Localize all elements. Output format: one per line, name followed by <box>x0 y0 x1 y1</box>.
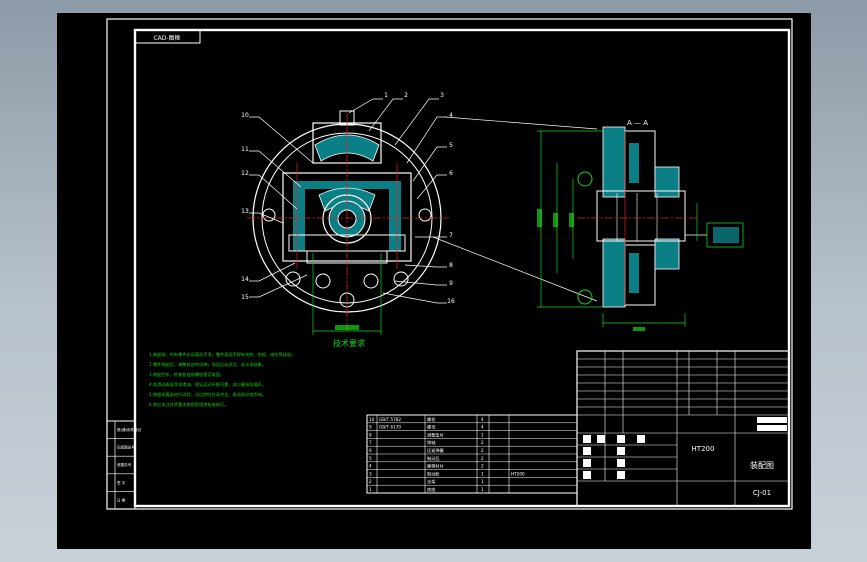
parts-no: 3 <box>369 471 372 476</box>
parts-qty: 2 <box>481 464 484 469</box>
svg-text:10: 10 <box>241 112 249 119</box>
svg-text:1: 1 <box>384 92 388 99</box>
section-label: A — A <box>627 119 648 127</box>
svg-text:8: 8 <box>449 262 453 269</box>
note-line: 5.按图纸要求进行试验，试运转时应无冲击、振动和异常声响。 <box>149 391 266 398</box>
parts-qty: 1 <box>481 479 484 484</box>
parts-name: 制动瓦 <box>427 455 440 462</box>
parts-no: 10 <box>369 417 375 422</box>
sheet-inner-border <box>133 28 791 508</box>
parts-code: GB/T 5782 <box>379 417 401 422</box>
assembly-drawing: CAD-图框 1011 1213 1415 1 2 3 456 789 16 A… <box>106 18 793 510</box>
parts-no: 5 <box>369 456 372 461</box>
section-leader-upper <box>444 116 598 130</box>
parts-code: GB/T 6170 <box>379 425 401 430</box>
technical-requirements: 技术要求 1.装配前，所有零件必须清洗干净，零件表面不得有毛刺、划痕、碰伤等缺陷… <box>149 338 365 408</box>
parts-name: 销轴 <box>427 439 435 446</box>
parts-no: 7 <box>369 440 372 445</box>
parts-no: 8 <box>369 432 372 437</box>
svg-text:11: 11 <box>241 146 249 153</box>
parts-name: 调整垫片 <box>427 431 444 438</box>
parts-no: 9 <box>369 425 372 430</box>
title-block: HT200 装配图 CJ-01 <box>576 350 790 507</box>
note-line: 2.零件装配后，调整各部件间隙，保证运动灵活、无卡滞现象。 <box>149 361 266 368</box>
parts-name: 制动轮 <box>427 470 440 477</box>
parts-qty: 2 <box>481 440 484 445</box>
svg-text:12: 12 <box>241 170 249 177</box>
parts-no: 1 <box>369 487 372 492</box>
note-line: 4.各滑动表面涂润滑油，保证运动平稳可靠，减少磨损及噪声。 <box>149 381 266 388</box>
parts-no: 6 <box>369 448 372 453</box>
title-block-drawing-no: CJ-01 <box>753 489 771 497</box>
parts-name: 支架 <box>427 478 435 485</box>
svg-text:4: 4 <box>449 112 453 119</box>
parts-name: 螺栓 <box>427 416 436 423</box>
notes-heading: 技术要求 <box>333 338 365 348</box>
note-line: 3.装配完毕，检查各连接螺栓是否紧固。 <box>149 371 224 378</box>
parts-material: HT200 <box>511 471 525 476</box>
svg-text:16: 16 <box>447 298 455 305</box>
stamp-label: 签 字 <box>117 480 126 485</box>
left-stamp-table: 借(通)用件登记旧底图总号底图总号签 字日 期 <box>106 420 142 510</box>
stamp-label: 底图总号 <box>117 462 132 467</box>
svg-text:5: 5 <box>449 142 453 149</box>
side-section-view: A — A <box>537 119 744 331</box>
svg-text:3: 3 <box>440 92 444 99</box>
parts-qty: 2 <box>481 448 484 453</box>
svg-text:9: 9 <box>449 280 453 287</box>
stamp-label: 借(通)用件登记 <box>117 427 142 432</box>
parts-name: 底座 <box>427 486 435 493</box>
parts-no: 2 <box>369 479 372 484</box>
parts-qty: 1 <box>481 487 484 492</box>
stamp-label: 旧底图总号 <box>117 445 135 450</box>
svg-text:6: 6 <box>449 170 453 177</box>
svg-text:14: 14 <box>241 276 249 283</box>
parts-qty: 1 <box>481 432 484 437</box>
svg-text:7: 7 <box>449 232 453 239</box>
svg-text:13: 13 <box>241 208 249 215</box>
svg-text:2: 2 <box>404 92 408 99</box>
parts-qty: 4 <box>481 417 484 422</box>
parts-qty: 4 <box>481 425 484 430</box>
note-line: 6.其它未注技术要求按国家相关标准执行。 <box>149 401 228 408</box>
svg-text:15: 15 <box>241 294 249 301</box>
corner-label: CAD-图框 <box>153 34 180 42</box>
stamp-label: 日 期 <box>117 497 126 502</box>
section-leader-lower <box>432 236 598 302</box>
title-block-drawing-name: 装配图 <box>750 460 774 470</box>
parts-qty: 1 <box>481 471 484 476</box>
parts-list: 10 GB/T 5782 螺栓 4 9 GB/T 6170 螺母 4 8 调整垫片 1 7 销轴 2 6 压紧… <box>366 414 578 494</box>
parts-name: 摩擦衬片 <box>427 463 444 470</box>
parts-name: 螺母 <box>427 424 435 431</box>
note-line: 1.装配前，所有零件必须清洗干净，零件表面不得有毛刺、划痕、碰伤等缺陷。 <box>149 351 295 358</box>
title-block-material: HT200 <box>692 445 715 453</box>
cad-drawing-viewport[interactable]: CAD-图框 10 11 12 13 14 15 1 2 3 4 5 6 7 8… <box>57 13 811 549</box>
parts-no: 4 <box>369 464 372 469</box>
front-view: 1011 1213 1415 123 456 789 16 <box>241 92 455 335</box>
parts-qty: 2 <box>481 456 484 461</box>
parts-name: 压紧弹簧 <box>427 447 444 454</box>
